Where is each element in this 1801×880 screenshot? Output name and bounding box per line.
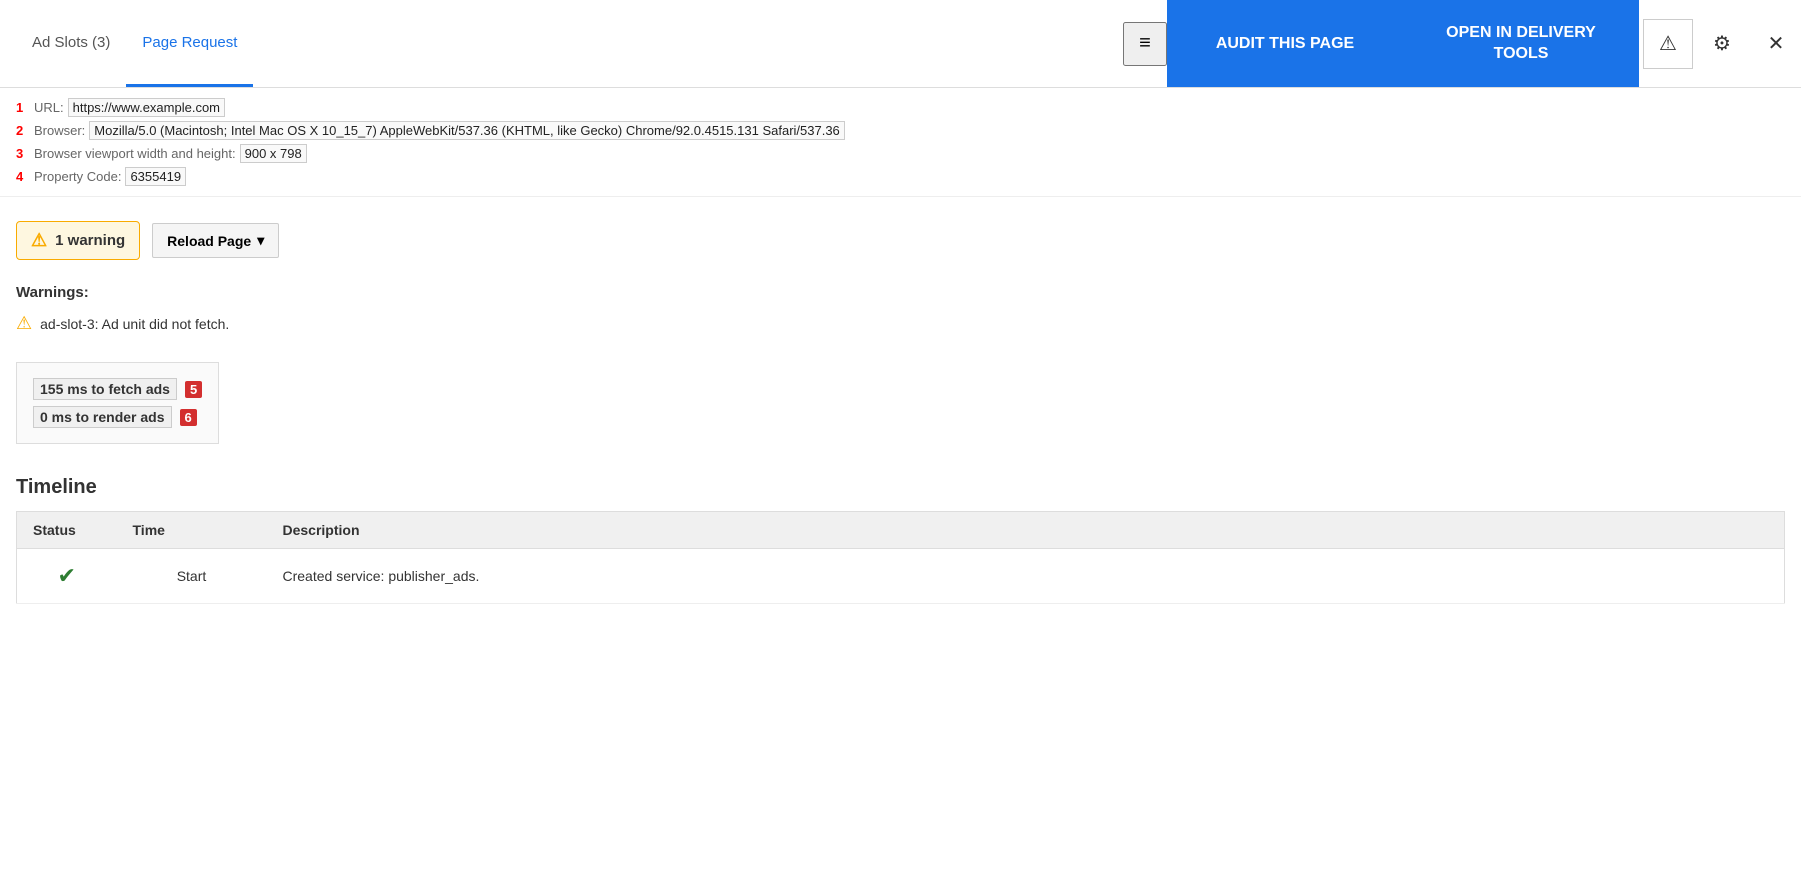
audit-btn-label: AUDIT THIS PAGE [1216, 35, 1354, 52]
timeline-section: Timeline Status Time Description ✔ Start… [0, 460, 1801, 620]
row-value: 900 x 798 [240, 144, 307, 163]
row-number: 4 [16, 169, 30, 184]
stat-label: 0 ms to render ads [33, 406, 172, 428]
row-value: https://www.example.com [68, 98, 225, 117]
row-label: Property Code: [34, 169, 121, 184]
row-number: 3 [16, 146, 30, 161]
row-value: 6355419 [125, 167, 186, 186]
hamburger-icon: ≡ [1139, 32, 1151, 55]
close-icon: ✕ [1768, 31, 1785, 56]
info-row: 4 Property Code: 6355419 [16, 165, 1785, 188]
delivery-btn-label: OPEN IN DELIVERYTOOLS [1446, 24, 1596, 62]
col-header-status: Status [17, 512, 117, 549]
settings-icon: ⚙ [1713, 31, 1731, 56]
row-number: 2 [16, 123, 30, 138]
info-row: 2 Browser: Mozilla/5.0 (Macintosh; Intel… [16, 119, 1785, 142]
timeline-time: Start [117, 549, 267, 604]
settings-button[interactable]: ⚙ [1697, 19, 1747, 69]
header: Ad Slots (3) Page Request ≡ AUDIT THIS P… [0, 0, 1801, 88]
row-label: Browser viewport width and height: [34, 146, 236, 161]
stat-badge: 5 [185, 381, 202, 398]
warning-area: ⚠ 1 warning Reload Page ▾ [0, 197, 1801, 276]
row-label: Browser: [34, 123, 85, 138]
feedback-button[interactable]: ⚠ [1643, 19, 1693, 69]
warnings-title: Warnings: [16, 284, 1785, 301]
timeline-row: ✔ Start Created service: publisher_ads. [17, 549, 1785, 604]
warning-icon: ⚠ [31, 230, 47, 251]
row-value: Mozilla/5.0 (Macintosh; Intel Mac OS X 1… [89, 121, 845, 140]
hamburger-button[interactable]: ≡ [1123, 22, 1167, 66]
warning-item: ⚠ ad-slot-3: Ad unit did not fetch. [16, 309, 1785, 338]
audit-this-page-button[interactable]: AUDIT THIS PAGE [1167, 0, 1403, 87]
stats-box: 155 ms to fetch ads 5 0 ms to render ads… [16, 362, 219, 444]
row-label: URL: [34, 100, 64, 115]
timeline-header-row: Status Time Description [17, 512, 1785, 549]
reload-page-button[interactable]: Reload Page ▾ [152, 223, 279, 258]
timeline-description: Created service: publisher_ads. [267, 549, 1785, 604]
tab-page-request-label: Page Request [142, 34, 237, 51]
info-row: 3 Browser viewport width and height: 900… [16, 142, 1785, 165]
tab-ad-slots-label: Ad Slots (3) [32, 34, 110, 51]
tab-ad-slots[interactable]: Ad Slots (3) [16, 0, 126, 87]
timeline-title: Timeline [16, 476, 1785, 499]
warning-badge: ⚠ 1 warning [16, 221, 140, 260]
warning-item-text: ad-slot-3: Ad unit did not fetch. [40, 316, 229, 332]
stat-row: 155 ms to fetch ads 5 [33, 375, 202, 403]
stat-row: 0 ms to render ads 6 [33, 403, 202, 431]
close-button[interactable]: ✕ [1751, 19, 1801, 69]
stat-badge: 6 [180, 409, 197, 426]
col-header-time: Time [117, 512, 267, 549]
warning-item-icon: ⚠ [16, 313, 32, 334]
tab-page-request[interactable]: Page Request [126, 0, 253, 87]
col-header-description: Description [267, 512, 1785, 549]
page-info-section: 1 URL: https://www.example.com 2 Browser… [0, 88, 1801, 197]
info-row: 1 URL: https://www.example.com [16, 96, 1785, 119]
timeline-table: Status Time Description ✔ Start Created … [16, 511, 1785, 604]
stat-label: 155 ms to fetch ads [33, 378, 177, 400]
open-in-delivery-tools-button[interactable]: OPEN IN DELIVERYTOOLS [1403, 0, 1639, 87]
feedback-icon: ⚠ [1659, 31, 1677, 56]
green-check-icon: ✔ [33, 563, 101, 589]
warning-badge-label: 1 warning [55, 232, 125, 249]
timeline-status: ✔ [17, 549, 117, 604]
reload-btn-label: Reload Page [167, 233, 251, 249]
warnings-section: Warnings: ⚠ ad-slot-3: Ad unit did not f… [0, 276, 1801, 346]
dropdown-chevron-icon: ▾ [257, 232, 264, 249]
row-number: 1 [16, 100, 30, 115]
